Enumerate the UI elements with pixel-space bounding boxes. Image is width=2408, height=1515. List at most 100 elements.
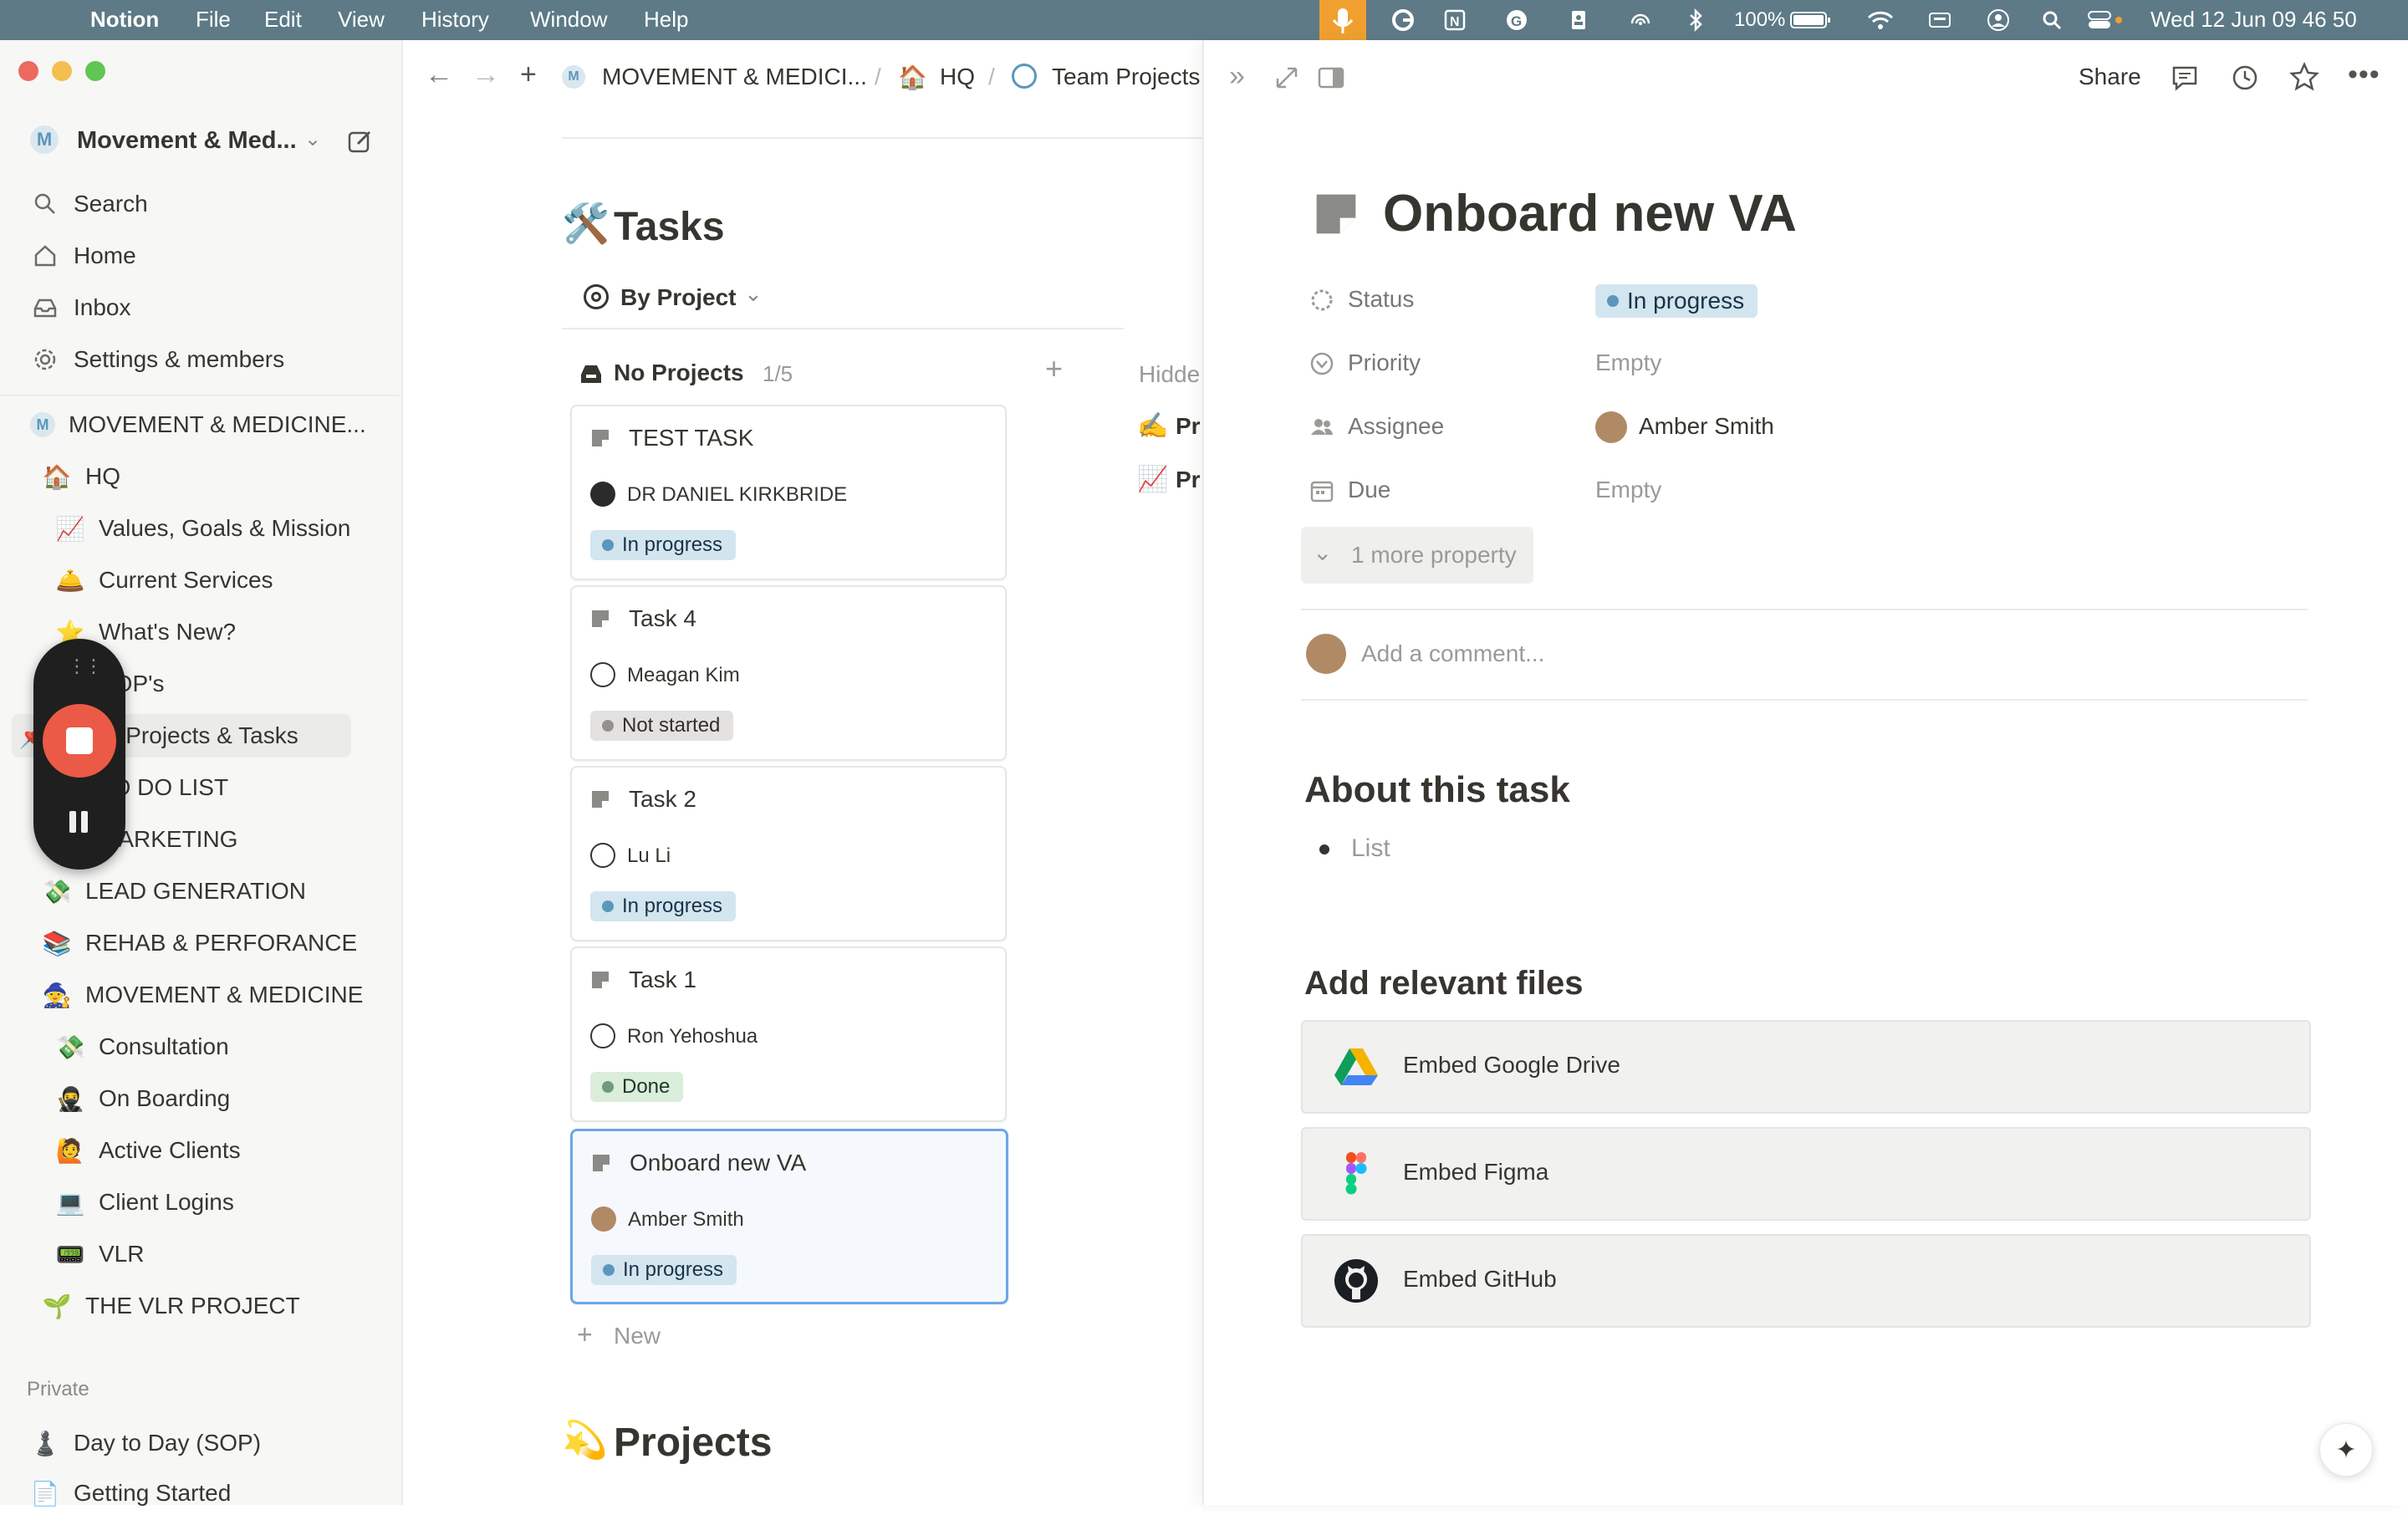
status-icon: [1311, 289, 1333, 311]
airdrop-icon[interactable]: [1629, 8, 1652, 32]
sidebar-search[interactable]: Search: [28, 182, 148, 226]
projects-db-icon: [1012, 64, 1037, 89]
avatar: [590, 843, 615, 868]
comment-input[interactable]: Add a comment...: [1361, 640, 1544, 667]
side-peek-icon[interactable]: [1318, 67, 1344, 89]
task-card[interactable]: Task 1 Ron Yehoshua Done: [570, 946, 1007, 1122]
breadcrumb-item[interactable]: HQ: [940, 64, 975, 90]
files-heading[interactable]: Add relevant files: [1304, 965, 1583, 1002]
more-options-icon[interactable]: •••: [2348, 59, 2380, 91]
menu-help[interactable]: Help: [644, 7, 688, 33]
grammarly-g-icon[interactable]: [1391, 8, 1415, 32]
sidebar-tree-item[interactable]: 📈 Values, Goals & Mission: [54, 507, 351, 550]
teamspace-header[interactable]: M MOVEMENT & MEDICINE...: [28, 403, 366, 446]
bluetooth-icon[interactable]: [1684, 8, 1707, 32]
embed-google-drive-block[interactable]: Embed Google Drive: [1301, 1020, 2311, 1114]
battery-icon[interactable]: [1789, 8, 1833, 32]
plus-icon: +: [577, 1319, 593, 1349]
more-properties-button[interactable]: ⌄ 1 more property: [1301, 527, 1533, 584]
sidebar-inbox[interactable]: Inbox: [28, 286, 131, 329]
group-name[interactable]: No Projects: [614, 360, 744, 386]
hidden-groups-label: Hidde: [1139, 361, 1201, 387]
chevron-down-icon[interactable]: ⌄: [744, 281, 763, 307]
new-tab-plus-icon[interactable]: +: [520, 59, 537, 91]
sidebar-tree-item[interactable]: 🛎️ Current Services: [54, 559, 273, 602]
close-peek-icon[interactable]: »: [1229, 60, 1245, 93]
stop-recording-button[interactable]: [43, 704, 116, 778]
sidebar-settings[interactable]: Settings & members: [28, 338, 284, 381]
sidebar-home[interactable]: Home: [28, 234, 136, 278]
sidebar-tree-item[interactable]: 🙋 Active Clients: [54, 1129, 241, 1172]
back-arrow-icon[interactable]: ←: [425, 59, 453, 91]
spotlight-search-icon[interactable]: [2040, 8, 2064, 32]
control-center-icon[interactable]: [2087, 8, 2124, 32]
sidebar-tree-item[interactable]: 📚 REHAB & PERFORANCE: [40, 921, 358, 965]
status-badge[interactable]: In progress: [1595, 284, 1758, 318]
embed-figma-block[interactable]: Embed Figma: [1301, 1127, 2311, 1221]
favorite-star-icon[interactable]: [2289, 62, 2319, 92]
grammarly-icon[interactable]: G: [1505, 8, 1528, 32]
new-card-button[interactable]: New: [614, 1323, 661, 1349]
sidebar-tree-item[interactable]: 💸 LEAD GENERATION: [40, 870, 306, 913]
contacts-icon[interactable]: [1567, 8, 1590, 32]
tasks-db-title[interactable]: Tasks: [614, 204, 725, 250]
menu-window[interactable]: Window: [530, 7, 607, 33]
embed-github-block[interactable]: Embed GitHub: [1301, 1234, 2311, 1328]
add-card-plus-icon[interactable]: +: [1045, 351, 1063, 386]
microphone-icon[interactable]: [1319, 0, 1366, 40]
window-close-button[interactable]: [18, 61, 38, 81]
new-page-icon[interactable]: [346, 127, 375, 156]
sidebar-item-getting-started[interactable]: 📄 Getting Started: [28, 1472, 232, 1515]
user-account-icon[interactable]: [1987, 8, 2010, 32]
about-heading[interactable]: About this task: [1304, 769, 1570, 811]
drag-handle-icon[interactable]: ⋮⋮: [68, 655, 103, 677]
sidebar-tree-item[interactable]: 💸 Consultation: [54, 1025, 229, 1069]
notion-tray-icon[interactable]: N: [1443, 8, 1467, 32]
ai-assistant-sparkle-icon[interactable]: ✦: [2319, 1423, 2373, 1477]
projects-db-title[interactable]: Projects: [614, 1420, 772, 1466]
status-badge: In progress: [590, 530, 737, 560]
sidebar-tree-item[interactable]: 💻 Client Logins: [54, 1181, 234, 1224]
list-placeholder[interactable]: List: [1351, 834, 1390, 863]
task-card[interactable]: Task 4 Meagan Kim Not started: [570, 585, 1007, 761]
sidebar-tree-item[interactable]: 📟 VLR: [54, 1232, 145, 1276]
sidebar-tree-item[interactable]: 🏠 HQ: [40, 455, 120, 498]
task-card-selected[interactable]: Onboard new VA Amber Smith In progress: [570, 1129, 1008, 1304]
property-value[interactable]: Amber Smith: [1639, 413, 1774, 440]
menu-view[interactable]: View: [338, 7, 385, 33]
app-menu[interactable]: Notion: [90, 7, 159, 33]
menu-file[interactable]: File: [196, 7, 231, 33]
forward-arrow-icon[interactable]: →: [472, 59, 500, 91]
hidden-group-item[interactable]: Pr: [1176, 413, 1201, 440]
view-selector[interactable]: By Project: [620, 284, 737, 311]
menu-edit[interactable]: Edit: [264, 7, 302, 33]
chevron-down-icon[interactable]: ⌄: [304, 127, 321, 151]
property-value[interactable]: Empty: [1595, 349, 1661, 376]
window-zoom-button[interactable]: [85, 61, 105, 81]
property-label: Due: [1348, 477, 1391, 502]
comments-icon[interactable]: [2171, 64, 2199, 92]
keyboard-icon[interactable]: [1928, 8, 1951, 32]
sidebar-tree-item[interactable]: 🥷 On Boarding: [54, 1077, 231, 1120]
sidebar-tree-item[interactable]: 🧙 MOVEMENT & MEDICINE: [40, 973, 364, 1017]
history-clock-icon[interactable]: [2231, 64, 2259, 92]
pause-icon[interactable]: [68, 809, 91, 834]
breadcrumb-item[interactable]: Team Projects: [1052, 64, 1200, 90]
status-badge: Not started: [590, 711, 734, 741]
hidden-group-item[interactable]: Pr: [1176, 467, 1201, 493]
expand-icon[interactable]: [1274, 65, 1299, 90]
breadcrumb-item[interactable]: MOVEMENT & MEDICI...: [602, 64, 867, 90]
window-minimize-button[interactable]: [52, 61, 72, 81]
task-card[interactable]: TEST TASK DR DANIEL KIRKBRIDE In progres…: [570, 405, 1007, 580]
stop-icon: [66, 727, 93, 754]
wifi-icon[interactable]: [1866, 8, 1895, 32]
sidebar-tree-item[interactable]: 🌱 THE VLR PROJECT: [40, 1284, 300, 1328]
page-title[interactable]: Onboard new VA: [1383, 184, 1797, 243]
task-card[interactable]: Task 2 Lu Li In progress: [570, 766, 1007, 941]
screen-recorder-widget: ⋮⋮: [33, 639, 125, 870]
workspace-name[interactable]: Movement & Med...: [77, 127, 297, 155]
property-value[interactable]: Empty: [1595, 477, 1661, 503]
sidebar-item-day-to-day[interactable]: ♟️ Day to Day (SOP): [28, 1421, 262, 1465]
share-button[interactable]: Share: [2079, 64, 2141, 90]
menu-history[interactable]: History: [421, 7, 489, 33]
